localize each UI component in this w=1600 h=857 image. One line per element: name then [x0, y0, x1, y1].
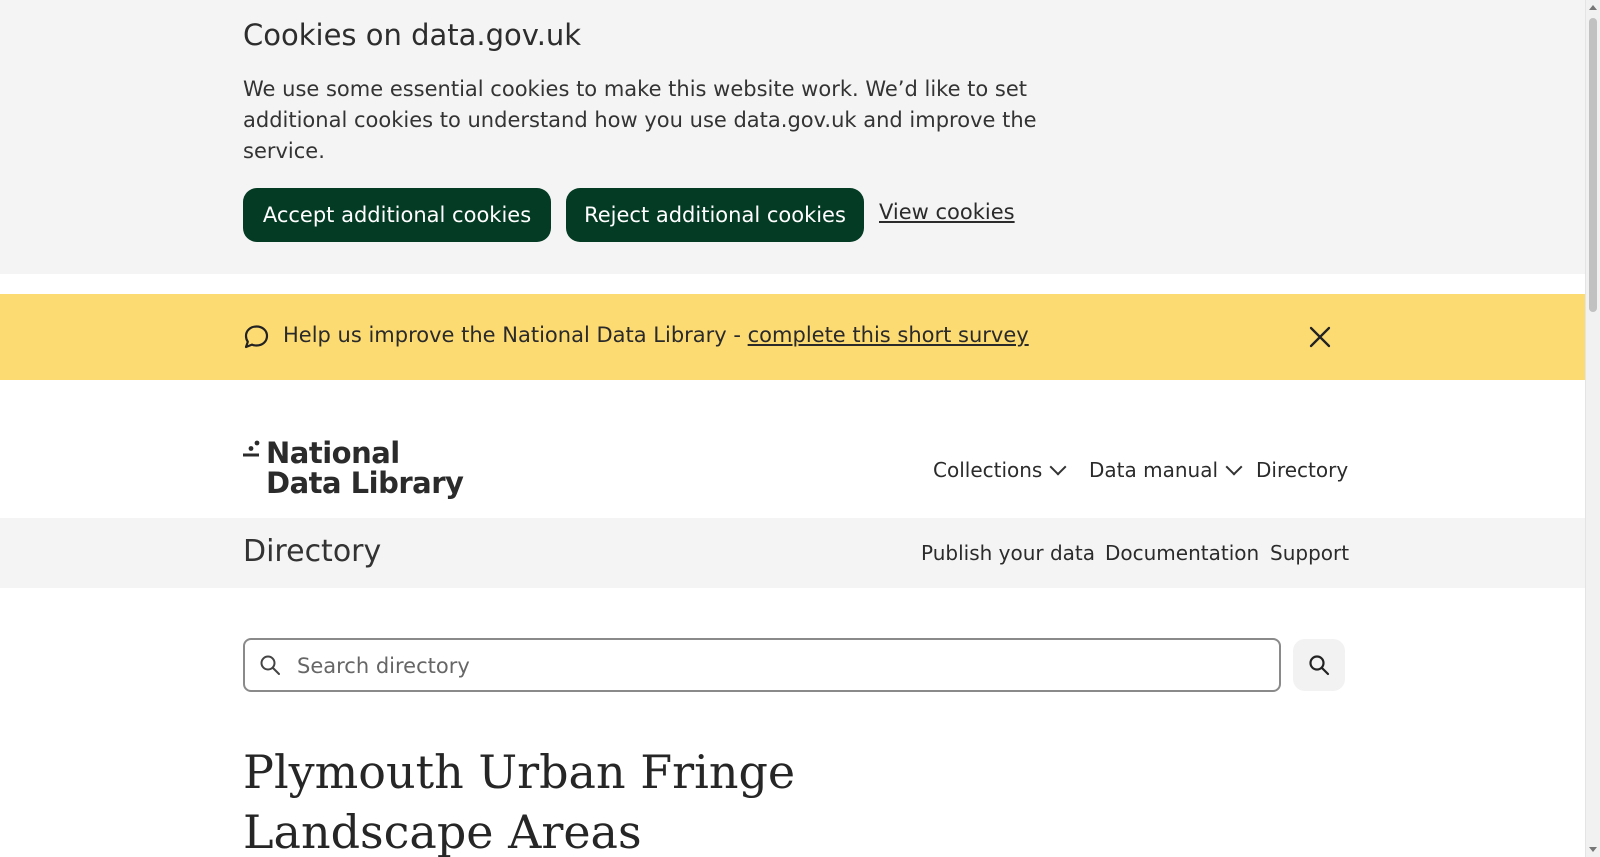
search-icon — [260, 655, 280, 675]
view-cookies-link[interactable]: View cookies — [879, 200, 1015, 224]
logo-text-line2: Data Library — [266, 466, 464, 500]
subnav-publish-link[interactable]: Publish your data — [921, 541, 1095, 565]
survey-link[interactable]: complete this short survey — [748, 323, 1029, 347]
cookie-banner: Cookies on data.gov.uk We use some essen… — [0, 0, 1585, 274]
nav-data-manual[interactable]: Data manual — [1089, 458, 1243, 482]
subnav-documentation-link[interactable]: Documentation — [1105, 541, 1259, 565]
nav-collections[interactable]: Collections — [933, 458, 1067, 482]
nav-data-manual-label: Data manual — [1089, 458, 1219, 482]
nav-directory[interactable]: Directory — [1256, 458, 1348, 482]
nav-collections-label: Collections — [933, 458, 1043, 482]
scroll-up-icon[interactable] — [1589, 5, 1597, 10]
cookie-banner-title: Cookies on data.gov.uk — [243, 18, 582, 52]
survey-banner: Help us improve the National Data Librar… — [0, 294, 1585, 380]
search-box — [243, 638, 1281, 692]
page: Cookies on data.gov.uk We use some essen… — [0, 0, 1585, 857]
chevron-down-icon — [1049, 458, 1067, 476]
scrollbar-thumb[interactable] — [1589, 18, 1597, 312]
speech-bubble-icon — [244, 325, 269, 349]
close-icon[interactable] — [1308, 325, 1332, 349]
page-title: Plymouth Urban Fringe Landscape Areas — [243, 745, 796, 857]
directory-subnav: Directory Publish your data Documentatio… — [0, 518, 1585, 588]
search-icon — [1309, 655, 1330, 676]
national-data-library-logo[interactable]: National Data Library — [243, 436, 464, 500]
cookie-banner-text: We use some essential cookies to make th… — [243, 77, 1037, 163]
survey-banner-text: Help us improve the National Data Librar… — [283, 323, 1029, 347]
search-button[interactable] — [1293, 639, 1345, 691]
logo-mark-icon — [243, 440, 260, 457]
site-header: National Data Library Collections Data m… — [0, 380, 1585, 518]
chevron-down-icon — [1225, 458, 1243, 476]
scroll-down-icon[interactable] — [1589, 847, 1597, 852]
reject-cookies-button[interactable]: Reject additional cookies — [566, 188, 864, 242]
page-scrollbar[interactable] — [1585, 0, 1600, 857]
search-input[interactable] — [295, 648, 1249, 684]
subnav-support-link[interactable]: Support — [1270, 541, 1349, 565]
logo-text-line1: National — [266, 436, 400, 470]
subnav-title[interactable]: Directory — [243, 534, 381, 569]
accept-cookies-button[interactable]: Accept additional cookies — [243, 188, 551, 242]
survey-message: Help us improve the National Data Librar… — [283, 323, 748, 347]
